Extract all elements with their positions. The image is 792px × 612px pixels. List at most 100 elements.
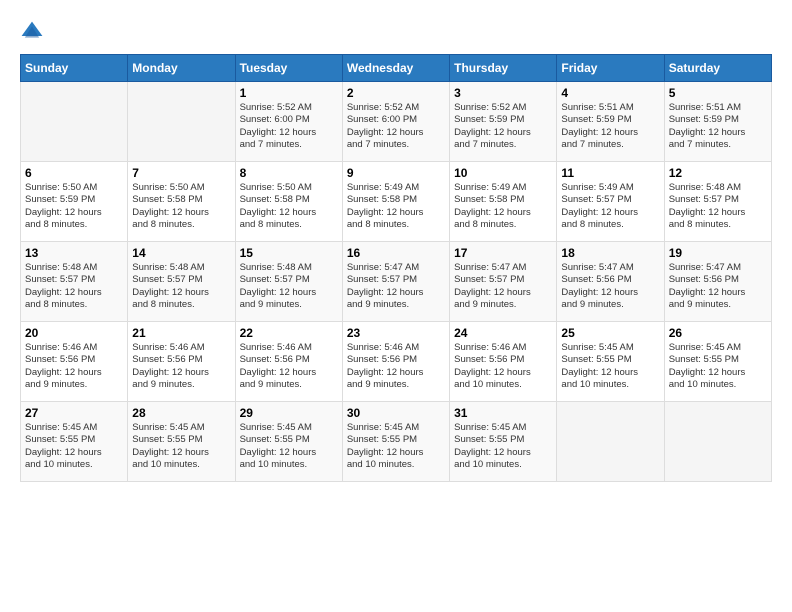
- day-number: 30: [347, 406, 445, 420]
- day-number: 28: [132, 406, 230, 420]
- calendar-cell: 11Sunrise: 5:49 AM Sunset: 5:57 PM Dayli…: [557, 162, 664, 242]
- header-sunday: Sunday: [21, 55, 128, 82]
- day-number: 9: [347, 166, 445, 180]
- day-number: 6: [25, 166, 123, 180]
- calendar-cell: 25 Sunrise: 5:45 AM Sunset: 5:55 PM Dayli…: [557, 322, 664, 402]
- day-info: Sunrise: 5:48 AM Sunset: 5:57 PM Dayligh…: [240, 262, 338, 311]
- day-number: 4: [561, 86, 659, 100]
- day-number: 29: [240, 406, 338, 420]
- day-number: 2: [347, 86, 445, 100]
- calendar-cell: 21 Sunrise: 5:46 AM Sunset: 5:56 PM Dayli…: [128, 322, 235, 402]
- calendar-cell: 24 Sunrise: 5:46 AM Sunset: 5:56 PM Dayli…: [450, 322, 557, 402]
- calendar-cell: 4 Sunrise: 5:51 AM Sunset: 5:59 PM Daylig…: [557, 82, 664, 162]
- week-row-4: 27 Sunrise: 5:45 AM Sunset: 5:55 PM Dayli…: [21, 402, 772, 482]
- day-info: Sunrise: 5:46 AM Sunset: 5:56 PM Dayligh…: [454, 342, 552, 391]
- day-number: 3: [454, 86, 552, 100]
- day-number: 21: [132, 326, 230, 340]
- day-info: Sunrise: 5:45 AM Sunset: 5:55 PM Dayligh…: [347, 422, 445, 471]
- logo-icon: [20, 20, 44, 44]
- day-number: 19: [669, 246, 767, 260]
- calendar-cell: [128, 82, 235, 162]
- calendar-cell: 20Sunrise: 5:46 AM Sunset: 5:56 PM Dayli…: [21, 322, 128, 402]
- calendar-cell: 8 Sunrise: 5:50 AM Sunset: 5:58 PM Daylig…: [235, 162, 342, 242]
- header-saturday: Saturday: [664, 55, 771, 82]
- day-info: Sunrise: 5:47 AM Sunset: 5:56 PM Dayligh…: [561, 262, 659, 311]
- day-info: Sunrise: 5:46 AM Sunset: 5:56 PM Dayligh…: [240, 342, 338, 391]
- day-info: Sunrise: 5:51 AM Sunset: 5:59 PM Dayligh…: [561, 102, 659, 151]
- header-wednesday: Wednesday: [342, 55, 449, 82]
- day-number: 7: [132, 166, 230, 180]
- calendar-cell: 17 Sunrise: 5:47 AM Sunset: 5:57 PM Dayli…: [450, 242, 557, 322]
- day-info: Sunrise: 5:51 AM Sunset: 5:59 PM Dayligh…: [669, 102, 767, 151]
- day-number: 24: [454, 326, 552, 340]
- calendar-cell: 27 Sunrise: 5:45 AM Sunset: 5:55 PM Dayli…: [21, 402, 128, 482]
- week-row-0: 1Sunrise: 5:52 AM Sunset: 6:00 PM Daylig…: [21, 82, 772, 162]
- calendar-cell: [664, 402, 771, 482]
- day-info: Sunrise: 5:52 AM Sunset: 6:00 PM Dayligh…: [347, 102, 445, 151]
- day-info: Sunrise: 5:46 AM Sunset: 5:56 PM Dayligh…: [347, 342, 445, 391]
- calendar-cell: 13 Sunrise: 5:48 AM Sunset: 5:57 PM Dayli…: [21, 242, 128, 322]
- calendar-header-row: SundayMondayTuesdayWednesdayThursdayFrid…: [21, 55, 772, 82]
- header-monday: Monday: [128, 55, 235, 82]
- day-info: Sunrise: 5:45 AM Sunset: 5:55 PM Dayligh…: [454, 422, 552, 471]
- calendar-cell: 12 Sunrise: 5:48 AM Sunset: 5:57 PM Dayli…: [664, 162, 771, 242]
- day-number: 22: [240, 326, 338, 340]
- calendar-cell: 31 Sunrise: 5:45 AM Sunset: 5:55 PM Dayli…: [450, 402, 557, 482]
- day-info: Sunrise: 5:45 AM Sunset: 5:55 PM Dayligh…: [240, 422, 338, 471]
- calendar-cell: 9 Sunrise: 5:49 AM Sunset: 5:58 PM Daylig…: [342, 162, 449, 242]
- day-number: 31: [454, 406, 552, 420]
- calendar-cell: 30 Sunrise: 5:45 AM Sunset: 5:55 PM Dayli…: [342, 402, 449, 482]
- day-info: Sunrise: 5:47 AM Sunset: 5:56 PM Dayligh…: [669, 262, 767, 311]
- calendar-cell: [21, 82, 128, 162]
- day-number: 15: [240, 246, 338, 260]
- header-thursday: Thursday: [450, 55, 557, 82]
- logo: [20, 20, 48, 44]
- day-info: Sunrise: 5:49 AM Sunset: 5:58 PM Dayligh…: [347, 182, 445, 231]
- day-number: 13: [25, 246, 123, 260]
- day-number: 5: [669, 86, 767, 100]
- day-number: 8: [240, 166, 338, 180]
- calendar-cell: 14Sunrise: 5:48 AM Sunset: 5:57 PM Dayli…: [128, 242, 235, 322]
- calendar-table: SundayMondayTuesdayWednesdayThursdayFrid…: [20, 54, 772, 482]
- day-info: Sunrise: 5:45 AM Sunset: 5:55 PM Dayligh…: [25, 422, 123, 471]
- calendar-cell: 23 Sunrise: 5:46 AM Sunset: 5:56 PM Dayli…: [342, 322, 449, 402]
- day-info: Sunrise: 5:45 AM Sunset: 5:55 PM Dayligh…: [132, 422, 230, 471]
- day-number: 23: [347, 326, 445, 340]
- calendar-cell: 1Sunrise: 5:52 AM Sunset: 6:00 PM Daylig…: [235, 82, 342, 162]
- day-number: 12: [669, 166, 767, 180]
- day-info: Sunrise: 5:45 AM Sunset: 5:55 PM Dayligh…: [561, 342, 659, 391]
- day-number: 11: [561, 166, 659, 180]
- calendar-cell: 26Sunrise: 5:45 AM Sunset: 5:55 PM Dayli…: [664, 322, 771, 402]
- calendar-cell: 3 Sunrise: 5:52 AM Sunset: 5:59 PM Daylig…: [450, 82, 557, 162]
- day-info: Sunrise: 5:47 AM Sunset: 5:57 PM Dayligh…: [454, 262, 552, 311]
- week-row-2: 13 Sunrise: 5:48 AM Sunset: 5:57 PM Dayli…: [21, 242, 772, 322]
- calendar-cell: [557, 402, 664, 482]
- calendar-cell: 15 Sunrise: 5:48 AM Sunset: 5:57 PM Dayli…: [235, 242, 342, 322]
- day-number: 17: [454, 246, 552, 260]
- calendar-cell: 2 Sunrise: 5:52 AM Sunset: 6:00 PM Daylig…: [342, 82, 449, 162]
- day-number: 10: [454, 166, 552, 180]
- calendar-cell: 18Sunrise: 5:47 AM Sunset: 5:56 PM Dayli…: [557, 242, 664, 322]
- day-number: 16: [347, 246, 445, 260]
- header-tuesday: Tuesday: [235, 55, 342, 82]
- calendar-cell: 6Sunrise: 5:50 AM Sunset: 5:59 PM Daylig…: [21, 162, 128, 242]
- day-info: Sunrise: 5:47 AM Sunset: 5:57 PM Dayligh…: [347, 262, 445, 311]
- day-info: Sunrise: 5:50 AM Sunset: 5:58 PM Dayligh…: [240, 182, 338, 231]
- header-friday: Friday: [557, 55, 664, 82]
- day-info: Sunrise: 5:48 AM Sunset: 5:57 PM Dayligh…: [669, 182, 767, 231]
- day-info: Sunrise: 5:52 AM Sunset: 6:00 PM Dayligh…: [240, 102, 338, 151]
- day-info: Sunrise: 5:49 AM Sunset: 5:58 PM Dayligh…: [454, 182, 552, 231]
- week-row-3: 20 Sunrise: 5:46 AM Sunset: 5:56 PM Dayli…: [21, 322, 772, 402]
- day-info: Sunrise: 5:50 AM Sunset: 5:58 PM Dayligh…: [132, 182, 230, 231]
- day-number: 26: [669, 326, 767, 340]
- day-number: 25: [561, 326, 659, 340]
- day-info: Sunrise: 5:48 AM Sunset: 5:57 PM Dayligh…: [25, 262, 123, 311]
- day-info: Sunrise: 5:46 AM Sunset: 5:56 PM Dayligh…: [132, 342, 230, 391]
- day-info: Sunrise: 5:52 AM Sunset: 5:59 PM Dayligh…: [454, 102, 552, 151]
- day-number: 27: [25, 406, 123, 420]
- calendar-cell: 28 Sunrise: 5:45 AM Sunset: 5:55 PM Dayli…: [128, 402, 235, 482]
- day-number: 14: [132, 246, 230, 260]
- calendar-cell: 22 Sunrise: 5:46 AM Sunset: 5:56 PM Dayli…: [235, 322, 342, 402]
- calendar-cell: 19 Sunrise: 5:47 AM Sunset: 5:56 PM Dayli…: [664, 242, 771, 322]
- day-number: 20: [25, 326, 123, 340]
